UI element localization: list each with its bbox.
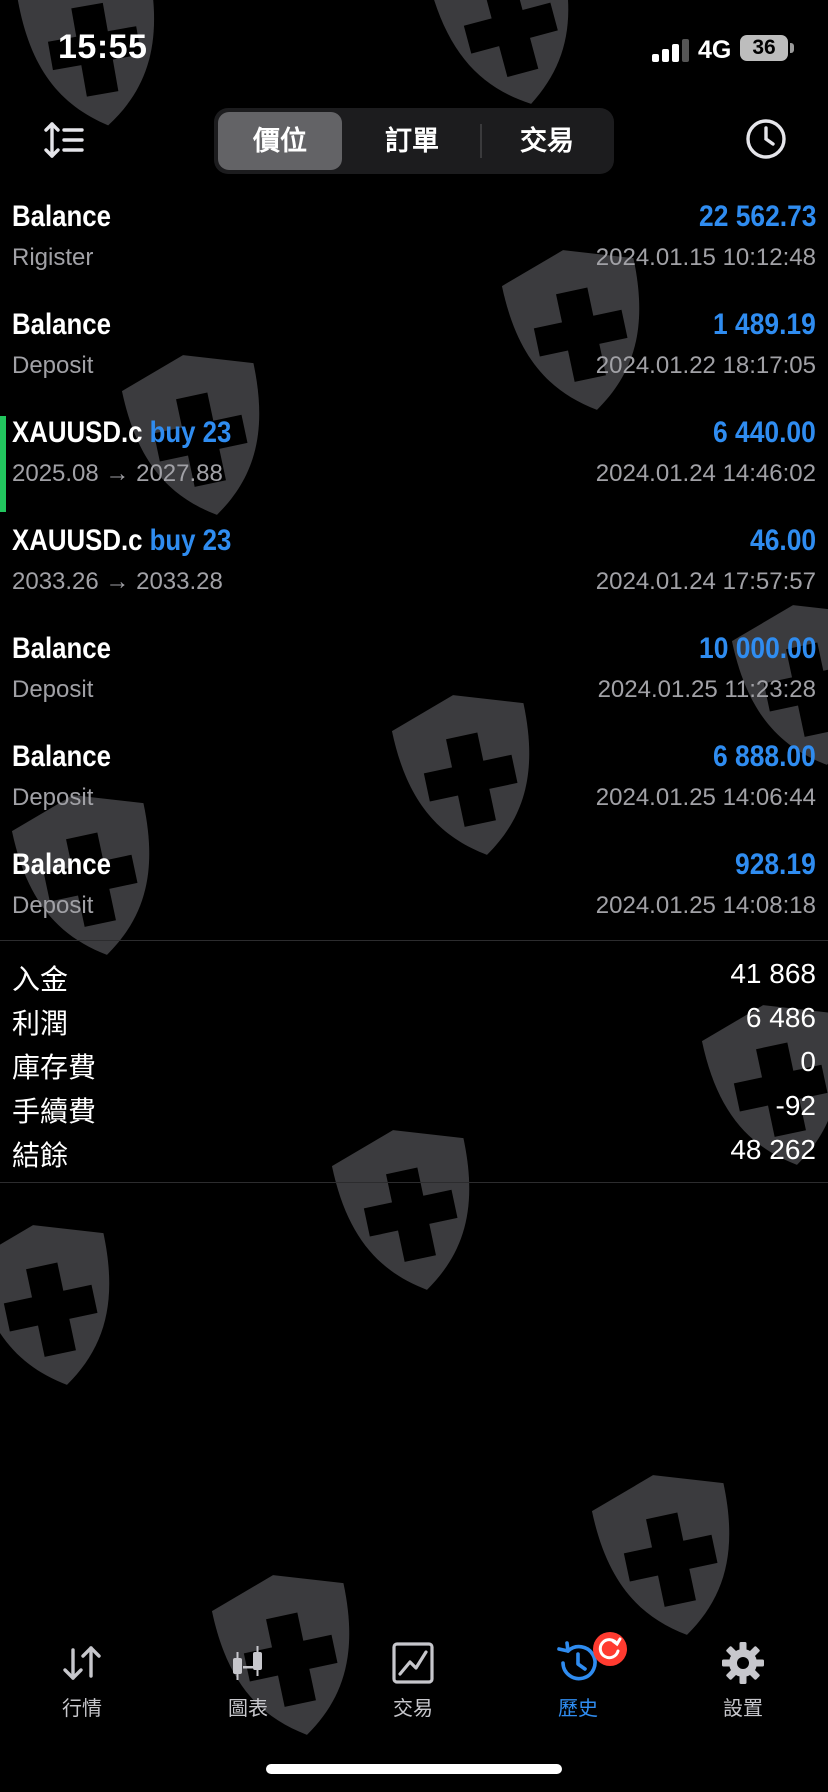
row-comment: Rigister — [12, 244, 94, 271]
row-amount: 6 440.00 — [713, 416, 816, 449]
row-date: 2024.01.24 17:57:57 — [595, 568, 816, 595]
summary-value: -92 — [775, 1090, 816, 1121]
summary-value: 0 — [800, 1046, 816, 1077]
row-amount: 22 562.73 — [698, 200, 816, 233]
row-prices: 2033.26 → 2033.28 — [12, 568, 223, 595]
battery-cap — [790, 43, 794, 53]
row-prices: 2025.08 → 2027.88 — [12, 460, 223, 487]
tab-positions[interactable]: 價位 — [218, 112, 342, 170]
summary-label: 手續費 — [12, 1096, 97, 1127]
trade-side: buy 23 — [149, 416, 232, 449]
row-date: 2024.01.22 18:17:05 — [595, 352, 816, 379]
row-date: 2024.01.24 14:46:02 — [595, 460, 816, 487]
row-amount: 10 000.00 — [698, 632, 816, 665]
battery-icon: 36 — [740, 35, 788, 61]
summary-label: 利潤 — [12, 1008, 69, 1039]
status-bar: 15:55 4G 36 — [0, 0, 828, 96]
summary-divider-bottom — [0, 1182, 828, 1183]
symbol: XAUUSD.c — [12, 416, 143, 449]
row-title: XAUUSD.c buy 23 — [12, 416, 231, 450]
tab-label: 交易 — [393, 1698, 433, 1720]
tab-label: 行情 — [62, 1698, 102, 1720]
buy-marker — [0, 416, 6, 512]
tab-history[interactable]: 歷史 — [513, 1632, 643, 1732]
tab-label: 歷史 — [558, 1698, 598, 1720]
tab-deals[interactable]: 交易 — [484, 112, 610, 170]
row-title: XAUUSD.c buy 23 — [12, 524, 231, 558]
tab-quotes[interactable]: 行情 — [17, 1632, 147, 1732]
home-indicator[interactable] — [266, 1764, 562, 1774]
symbol: XAUUSD.c — [12, 524, 143, 557]
row-amount: 1 489.19 — [713, 308, 816, 341]
bottom-tab-bar: 行情 圖表 交易 歷史 設置 — [0, 1632, 828, 1742]
row-comment: Deposit — [12, 784, 94, 811]
history-row[interactable]: XAUUSD.c buy 23 2033.26 → 2033.28 46.00 … — [0, 514, 828, 622]
summary-divider-top — [0, 940, 828, 941]
history-row[interactable]: Balance Deposit 6 888.00 2024.01.25 14:0… — [0, 730, 828, 838]
summary-value: 6 486 — [745, 1002, 816, 1033]
watermark-shield-icon — [574, 1455, 766, 1655]
history-row[interactable]: XAUUSD.c buy 23 2025.08 → 2027.88 6 440.… — [0, 406, 828, 514]
summary-panel: 入金 41 868 利潤 6 486 庫存費 0 手續費 -92 結餘 48 2… — [0, 952, 828, 1172]
history-list: Balance Rigister 22 562.73 2024.01.15 10… — [0, 190, 828, 946]
tab-label: 設置 — [723, 1698, 763, 1720]
history-row[interactable]: Balance Deposit 1 489.19 2024.01.22 18:1… — [0, 298, 828, 406]
row-date: 2024.01.25 14:08:18 — [595, 892, 816, 919]
candlestick-chart-icon — [233, 1646, 262, 1680]
summary-label: 庫存費 — [12, 1052, 97, 1083]
segment-divider — [480, 124, 482, 158]
gear-icon — [722, 1642, 764, 1684]
summary-row-profit: 利潤 6 486 — [0, 996, 828, 1040]
summary-label: 入金 — [12, 964, 69, 995]
row-title: Balance — [12, 308, 111, 341]
summary-row-commission: 手續費 -92 — [0, 1084, 828, 1128]
history-row[interactable]: Balance Deposit 10 000.00 2024.01.25 11:… — [0, 622, 828, 730]
cellular-signal-icon — [652, 38, 690, 62]
network-type: 4G — [698, 36, 732, 64]
row-amount: 6 888.00 — [713, 740, 816, 773]
row-comment: Deposit — [12, 676, 94, 703]
row-title: Balance — [12, 848, 111, 881]
summary-label: 結餘 — [12, 1140, 69, 1171]
row-amount: 928.19 — [735, 848, 816, 881]
tab-trade[interactable]: 交易 — [348, 1632, 478, 1732]
tab-chart[interactable]: 圖表 — [183, 1632, 313, 1732]
status-time: 15:55 — [58, 28, 148, 66]
row-date: 2024.01.25 14:06:44 — [595, 784, 816, 811]
row-comment: Deposit — [12, 892, 94, 919]
summary-row-swap: 庫存費 0 — [0, 1040, 828, 1084]
row-date: 2024.01.25 11:23:28 — [597, 676, 816, 703]
trade-chart-icon — [392, 1642, 434, 1684]
quotes-arrows-icon — [63, 1646, 101, 1680]
row-comment: Deposit — [12, 352, 94, 379]
summary-row-deposit: 入金 41 868 — [0, 952, 828, 996]
summary-row-balance: 結餘 48 262 — [0, 1128, 828, 1172]
history-row[interactable]: Balance Rigister 22 562.73 2024.01.15 10… — [0, 190, 828, 298]
tab-orders[interactable]: 訂單 — [348, 112, 476, 170]
tab-settings[interactable]: 設置 — [678, 1632, 808, 1732]
row-title: Balance — [12, 200, 111, 233]
watermark-shield-icon — [0, 1205, 146, 1405]
refresh-badge-icon[interactable] — [593, 1632, 627, 1666]
row-amount: 46.00 — [749, 524, 816, 557]
row-date: 2024.01.15 10:12:48 — [595, 244, 816, 271]
trade-side: buy 23 — [149, 524, 232, 557]
summary-value: 41 868 — [730, 958, 816, 989]
row-title: Balance — [12, 740, 111, 773]
history-row[interactable]: Balance Deposit 928.19 2024.01.25 14:08:… — [0, 838, 828, 946]
segmented-control: 價位 訂單 交易 — [214, 108, 614, 174]
row-title: Balance — [12, 632, 111, 665]
tab-label: 圖表 — [228, 1698, 268, 1720]
clock-icon[interactable] — [744, 117, 788, 161]
summary-value: 48 262 — [730, 1134, 816, 1165]
sort-icon[interactable] — [42, 118, 86, 162]
